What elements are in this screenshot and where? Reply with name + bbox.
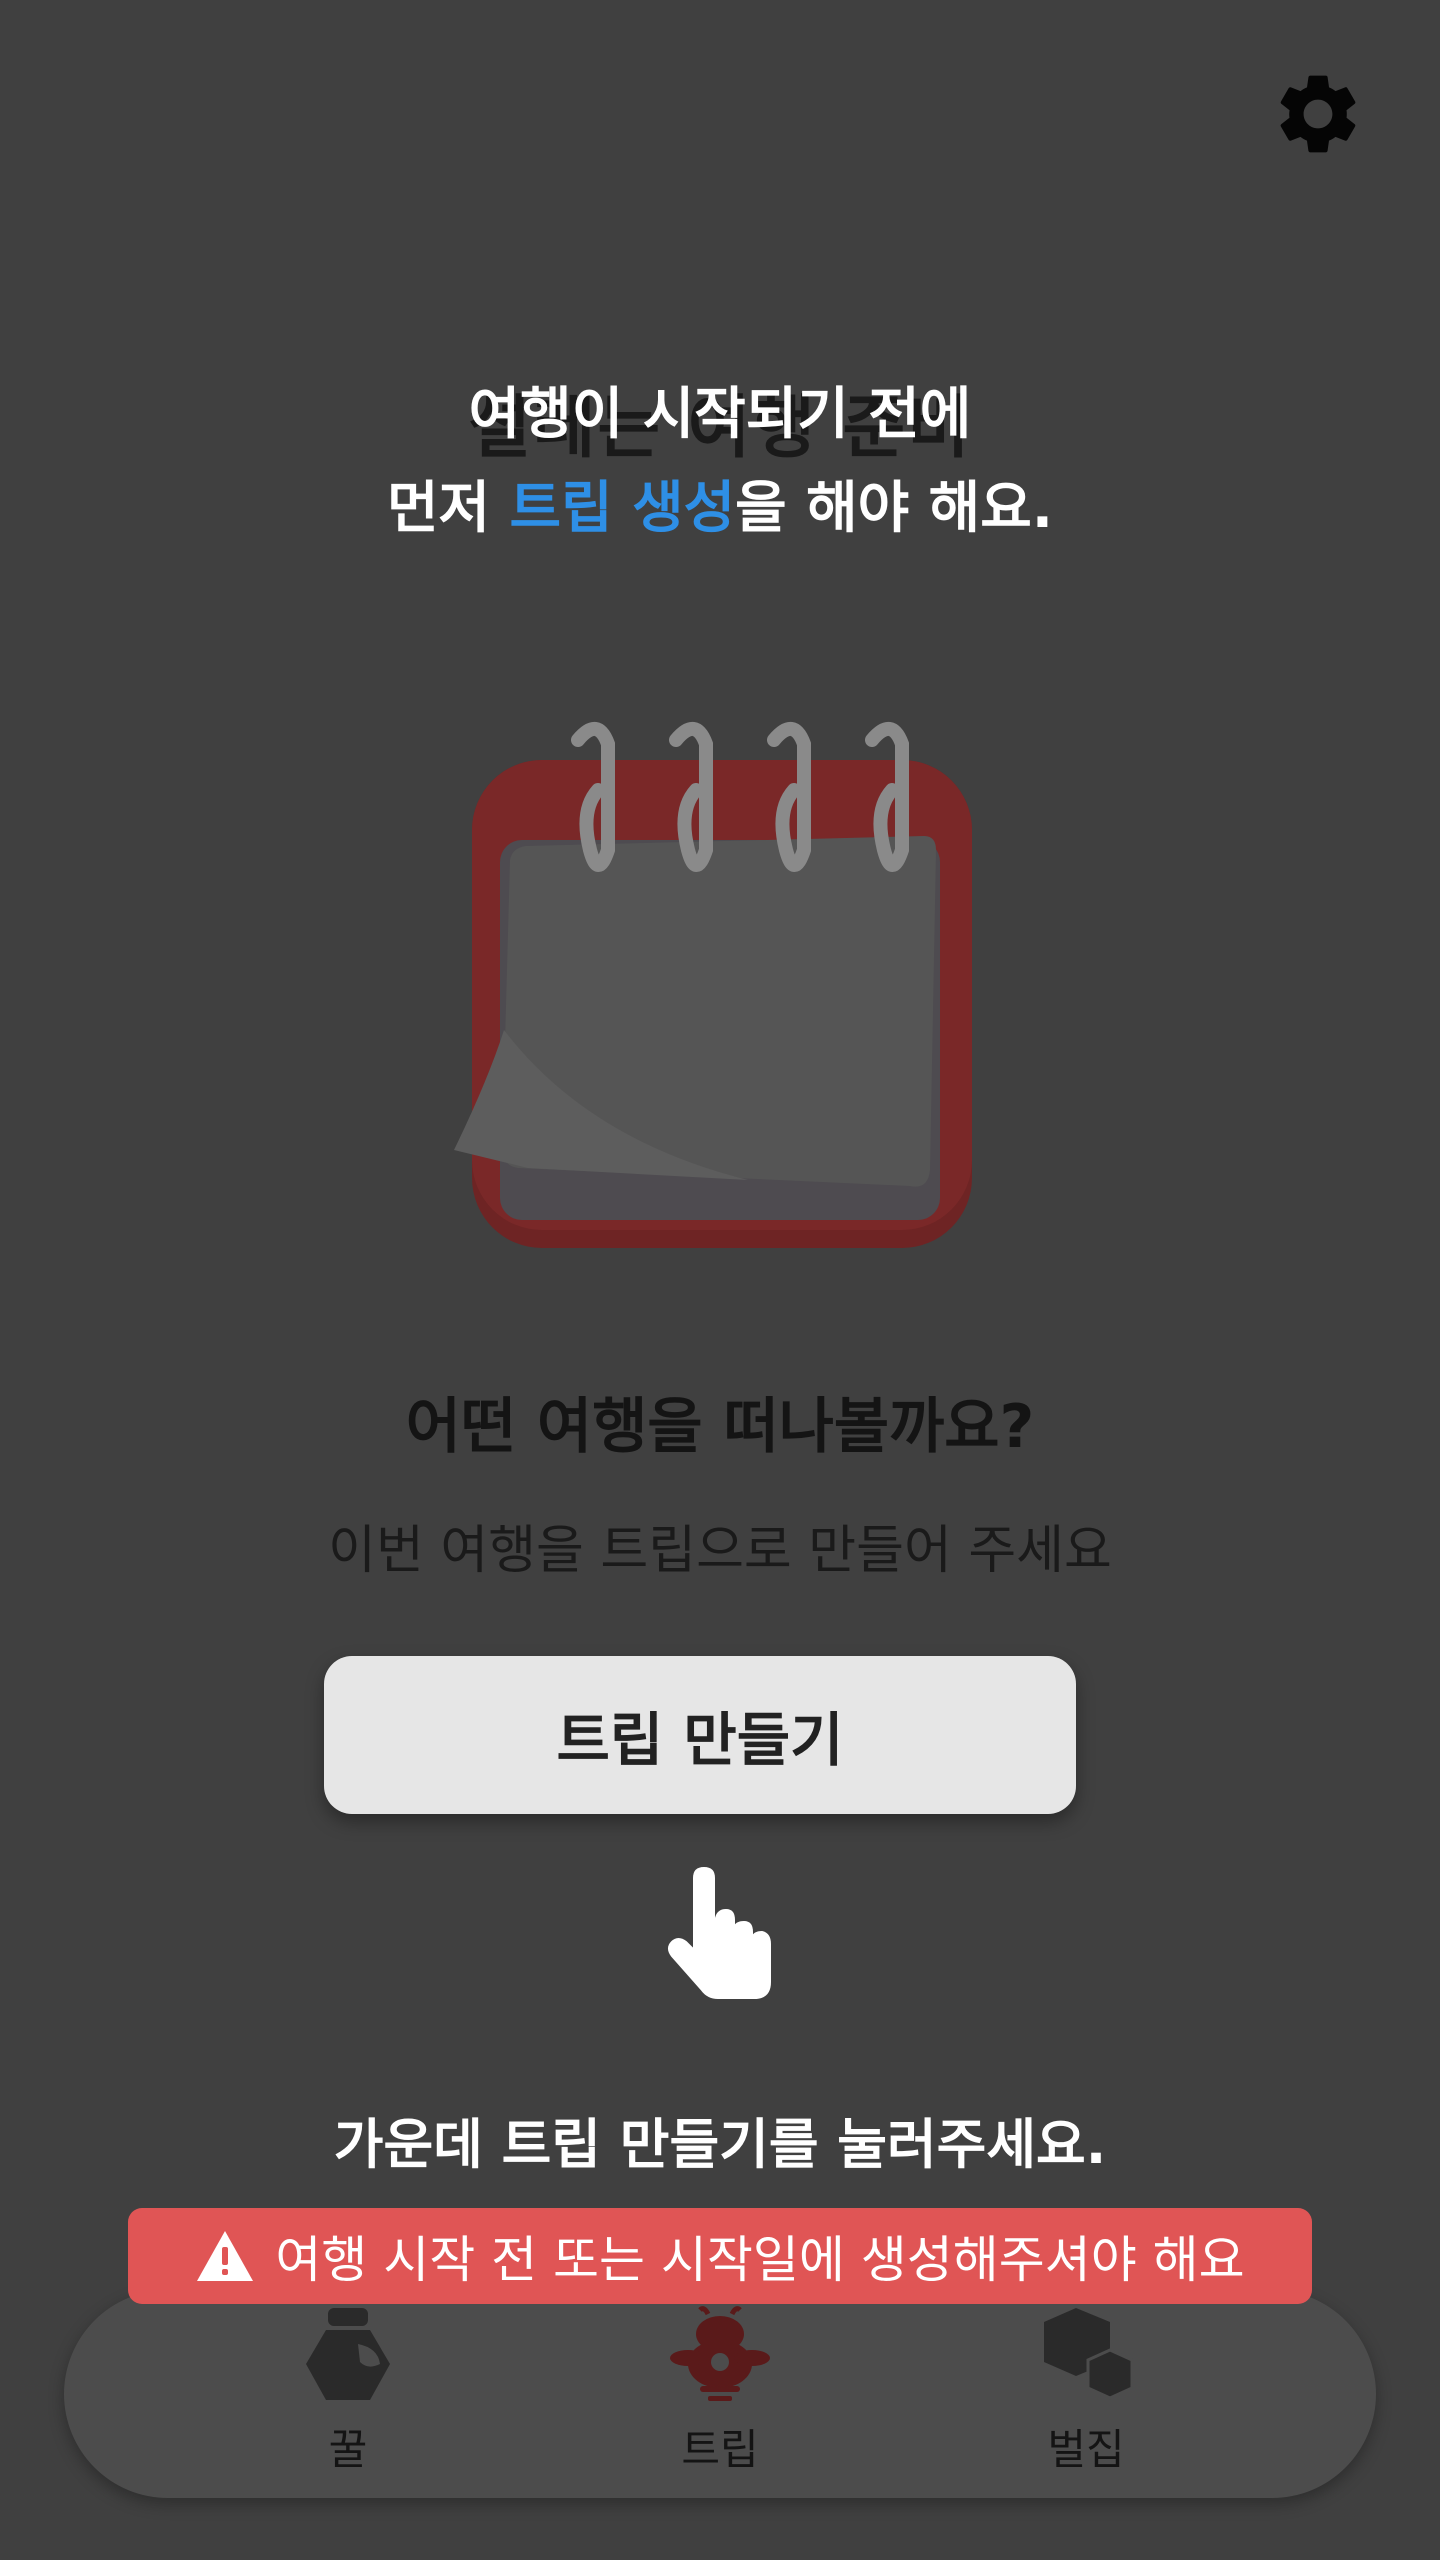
calendar-icon <box>454 722 972 1248</box>
warning-banner: 여행 시작 전 또는 시작일에 생성해주셔야 해요 <box>128 2208 1312 2304</box>
question-heading: 어떤 여행을 떠나볼까요? <box>405 1392 1035 1462</box>
nav-item-honey[interactable]: 꿀 <box>198 2290 498 2498</box>
warning-icon <box>197 2231 254 2281</box>
honey-jar-icon <box>306 2308 390 2400</box>
bottom-nav: 꿀 트립 벌집 <box>64 2290 1376 2498</box>
warning-text: 여행 시작 전 또는 시작일에 생성해주셔야 해요 <box>275 2231 1245 2289</box>
coach-line-2-suffix: 을 해야 해요. <box>735 476 1053 541</box>
nav-label-trip: 트립 <box>681 2425 759 2474</box>
nav-item-trip[interactable]: 트립 <box>570 2290 870 2498</box>
coach-message-top: 여행이 시작되기 전에 먼저 트립 생성을 해야 해요. <box>0 368 1440 556</box>
pointing-hand-icon <box>668 1866 771 1999</box>
nav-label-hive: 벌집 <box>1047 2425 1125 2474</box>
nav-item-hive[interactable]: 벌집 <box>936 2290 1236 2498</box>
question-subtitle: 이번 여행을 트립으로 만들어 주세요 <box>328 1521 1112 1581</box>
bee-icon <box>670 2306 770 2401</box>
settings-gear-icon[interactable] <box>1270 66 1366 162</box>
coach-line-2: 먼저 트립 생성을 해야 해요. <box>0 462 1440 556</box>
coach-line-2-prefix: 먼저 <box>387 476 510 541</box>
coach-highlight: 트립 생성 <box>509 476 736 541</box>
coach-line-1: 여행이 시작되기 전에 <box>468 382 972 447</box>
make-trip-button[interactable]: 트립 만들기 <box>324 1656 1076 1814</box>
coach-message-bottom: 가운데 트립 만들기를 눌러주세요. <box>333 2113 1107 2176</box>
nav-label-honey: 꿀 <box>328 2425 368 2474</box>
hive-icon <box>1044 2308 1134 2400</box>
